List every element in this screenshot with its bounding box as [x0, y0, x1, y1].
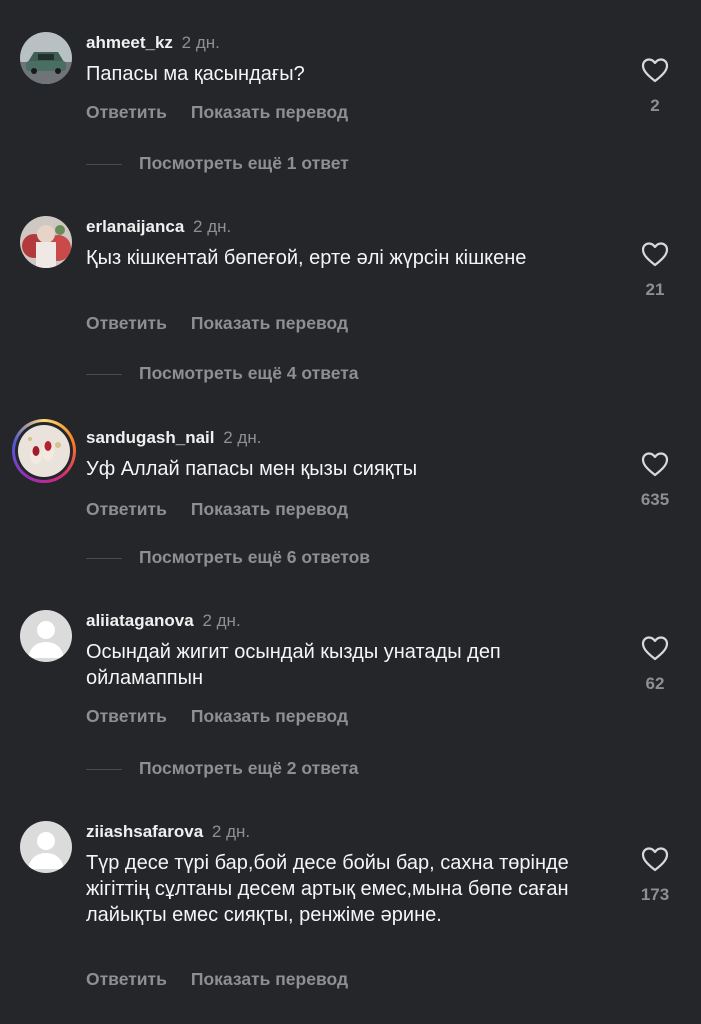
comment-text: Қыз кішкентай бөпеғой, ерте әлі жүрсін к… — [86, 247, 527, 269]
show-translation-button[interactable]: Показать перевод — [191, 706, 348, 726]
comment-actions: Ответить Показать перевод — [86, 706, 348, 727]
view-more-replies-label: Посмотреть ещё 6 ответов — [139, 547, 371, 567]
heart-icon[interactable] — [641, 451, 669, 477]
person-silhouette-icon — [20, 610, 72, 662]
avatar-photo — [18, 425, 70, 477]
view-more-replies[interactable]: Посмотреть ещё 1 ответ — [86, 153, 349, 174]
view-more-replies[interactable]: Посмотреть ещё 2 ответа — [86, 758, 359, 779]
like-count: 2 — [650, 96, 660, 115]
username[interactable]: erlanaijanca — [86, 217, 184, 236]
view-more-replies-label: Посмотреть ещё 1 ответ — [139, 153, 349, 173]
heart-icon[interactable] — [641, 57, 669, 83]
heart-icon[interactable] — [641, 635, 669, 661]
timestamp: 2 дн. — [223, 428, 262, 447]
like-control: 2 — [630, 57, 680, 116]
reply-button[interactable]: Ответить — [86, 102, 167, 122]
view-more-replies[interactable]: Посмотреть ещё 6 ответов — [86, 547, 370, 568]
show-translation-button[interactable]: Показать перевод — [191, 969, 348, 989]
view-more-replies-label: Посмотреть ещё 4 ответа — [139, 363, 359, 383]
car-photo-icon — [20, 32, 72, 84]
like-count: 635 — [640, 490, 670, 509]
comment-text: Папасы ма қасындағы? — [86, 63, 305, 85]
username[interactable]: aliiataganova — [86, 611, 194, 630]
replies-divider — [86, 163, 122, 165]
reply-button[interactable]: Ответить — [86, 969, 167, 989]
heart-icon[interactable] — [641, 846, 669, 872]
comment-text: Уф Аллай папасы мен қызы сияқты — [86, 458, 418, 480]
reply-button[interactable]: Ответить — [86, 499, 167, 519]
like-count: 62 — [645, 674, 665, 693]
view-more-replies[interactable]: Посмотреть ещё 4 ответа — [86, 363, 359, 384]
avatar[interactable] — [20, 821, 72, 873]
replies-divider — [86, 768, 122, 770]
username[interactable]: ziiashsafarova — [86, 822, 203, 841]
comment-header: erlanaijanca 2 дн. — [86, 216, 231, 238]
timestamp: 2 дн. — [193, 217, 232, 236]
timestamp: 2 дн. — [181, 33, 220, 52]
username[interactable]: ahmeet_kz — [86, 33, 173, 52]
avatar-with-story-ring[interactable] — [12, 419, 76, 483]
comment-actions: Ответить Показать перевод — [86, 969, 348, 990]
comment-text: Түр десе түрі бар,бой десе бойы бар, сах… — [86, 852, 569, 926]
like-count: 173 — [640, 885, 670, 904]
comment-header: ziiashsafarova 2 дн. — [86, 821, 250, 843]
replies-divider — [86, 373, 122, 375]
avatar[interactable] — [20, 32, 72, 84]
reply-button[interactable]: Ответить — [86, 313, 167, 333]
comment-text: Осындай жигит осындай кызды унатады деп … — [86, 641, 501, 689]
avatar[interactable] — [20, 610, 72, 662]
show-translation-button[interactable]: Показать перевод — [191, 313, 348, 333]
comment-header: sandugash_nail 2 дн. — [86, 427, 261, 449]
comment-actions: Ответить Показать перевод — [86, 499, 348, 520]
reply-button[interactable]: Ответить — [86, 706, 167, 726]
user-photo-icon — [20, 216, 72, 268]
heart-icon[interactable] — [641, 241, 669, 267]
comment-actions: Ответить Показать перевод — [86, 102, 348, 123]
show-translation-button[interactable]: Показать перевод — [191, 102, 348, 122]
comment-header: aliiataganova 2 дн. — [86, 610, 241, 632]
timestamp: 2 дн. — [211, 822, 251, 841]
comment-header: ahmeet_kz 2 дн. — [86, 32, 220, 54]
like-count: 21 — [645, 280, 665, 299]
like-control: 635 — [630, 451, 680, 510]
show-translation-button[interactable]: Показать перевод — [191, 499, 348, 519]
replies-divider — [86, 557, 122, 559]
like-control: 21 — [630, 241, 680, 300]
like-control: 173 — [630, 846, 680, 905]
comment-actions: Ответить Показать перевод — [86, 313, 348, 334]
avatar[interactable] — [20, 216, 72, 268]
nail-photo-icon — [18, 425, 70, 477]
view-more-replies-label: Посмотреть ещё 2 ответа — [139, 758, 359, 778]
like-control: 62 — [630, 635, 680, 694]
username[interactable]: sandugash_nail — [86, 428, 214, 447]
timestamp: 2 дн. — [202, 611, 241, 630]
person-silhouette-icon — [20, 821, 72, 873]
